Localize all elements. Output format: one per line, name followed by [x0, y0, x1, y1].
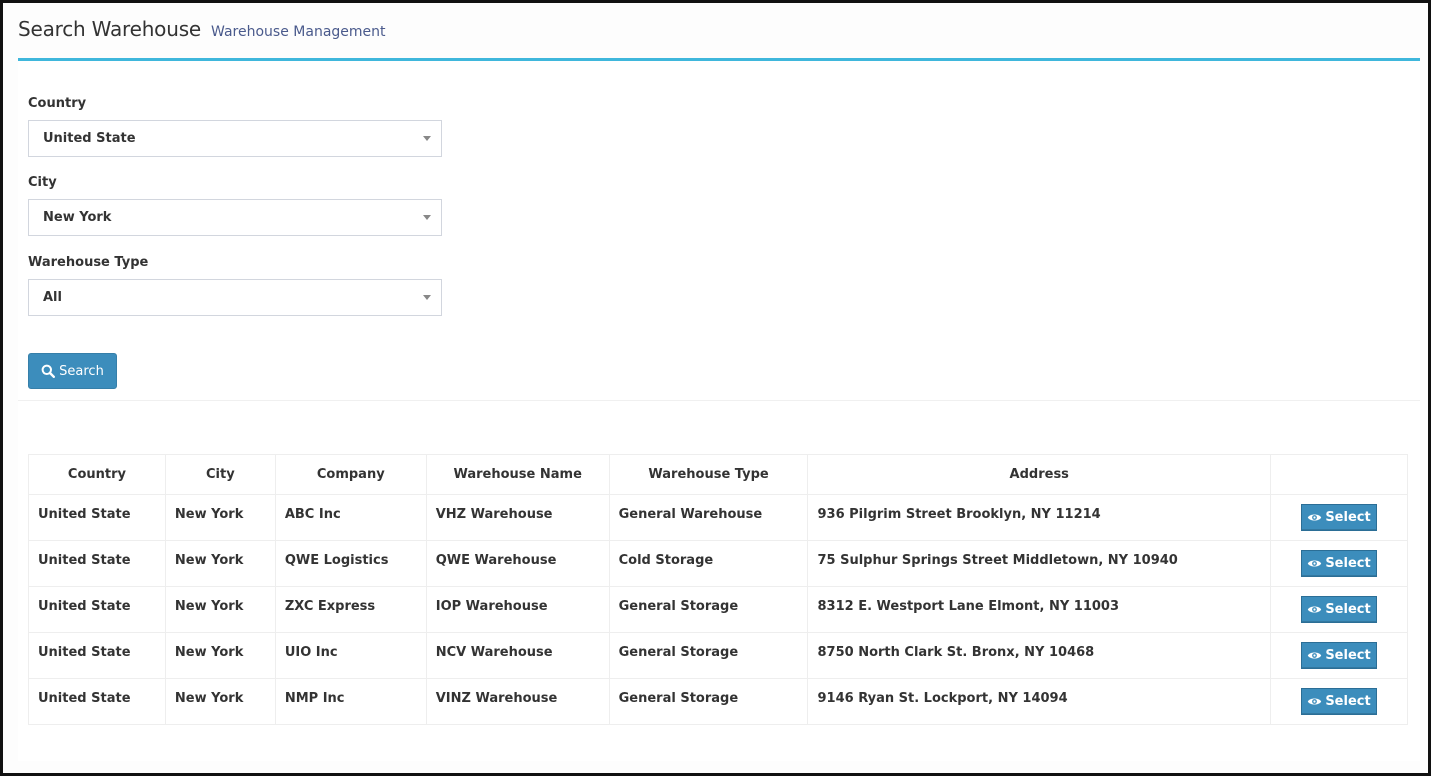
- cell-country: United State: [28, 540, 166, 587]
- select-button[interactable]: Select: [1301, 596, 1377, 623]
- eye-icon: [1308, 698, 1322, 705]
- column-header-warehouse-type: Warehouse Type: [608, 454, 809, 495]
- warehouse-type-select[interactable]: All: [28, 279, 442, 316]
- country-select[interactable]: United State: [28, 120, 442, 157]
- search-form: Country United State City New York Wareh…: [18, 61, 1420, 401]
- column-header-country: Country: [28, 454, 166, 495]
- caret-down-icon: [423, 215, 431, 220]
- cell-action: Select: [1270, 678, 1408, 725]
- select-button[interactable]: Select: [1301, 504, 1377, 531]
- column-header-company: Company: [274, 454, 427, 495]
- search-button-label: Search: [59, 363, 104, 379]
- app-frame: Search Warehouse Warehouse Management Co…: [0, 0, 1431, 776]
- cell-address: 8750 North Clark St. Bronx, NY 10468: [807, 632, 1272, 679]
- cell-address: 8312 E. Westport Lane Elmont, NY 11003: [807, 586, 1272, 633]
- cell-warehouse-name: QWE Warehouse: [425, 540, 610, 587]
- column-header-action: [1270, 454, 1408, 495]
- cell-city: New York: [164, 632, 276, 679]
- cell-company: QWE Logistics: [274, 540, 427, 587]
- city-label: City: [28, 175, 57, 190]
- cell-warehouse-type: Cold Storage: [608, 540, 809, 587]
- cell-city: New York: [164, 494, 276, 541]
- cell-country: United State: [28, 678, 166, 725]
- select-button-label: Select: [1325, 648, 1371, 663]
- search-icon: [41, 364, 56, 378]
- table-header-row: Country City Company Warehouse Name Ware…: [28, 454, 1408, 495]
- cell-address: 75 Sulphur Springs Street Middletown, NY…: [807, 540, 1272, 587]
- select-button-label: Select: [1325, 556, 1371, 571]
- caret-down-icon: [423, 295, 431, 300]
- results-panel: Country City Company Warehouse Name Ware…: [18, 401, 1420, 761]
- table-row: United State New York QWE Logistics QWE …: [28, 540, 1408, 587]
- column-header-address: Address: [807, 454, 1272, 495]
- select-button-label: Select: [1325, 694, 1371, 709]
- column-header-warehouse-name: Warehouse Name: [425, 454, 610, 495]
- table-row: United State New York UIO Inc NCV Wareho…: [28, 632, 1408, 679]
- cell-action: Select: [1270, 586, 1408, 633]
- caret-down-icon: [423, 136, 431, 141]
- select-button[interactable]: Select: [1301, 688, 1377, 715]
- cell-warehouse-name: VHZ Warehouse: [425, 494, 610, 541]
- warehouse-type-label: Warehouse Type: [28, 255, 149, 270]
- cell-warehouse-type: General Storage: [608, 632, 809, 679]
- eye-icon: [1308, 606, 1322, 613]
- table-row: United State New York NMP Inc VINZ Wareh…: [28, 678, 1408, 725]
- results-table: Country City Company Warehouse Name Ware…: [28, 454, 1408, 725]
- cell-warehouse-type: General Storage: [608, 586, 809, 633]
- city-select-value: New York: [43, 210, 112, 225]
- page-header: Search Warehouse Warehouse Management: [18, 17, 386, 41]
- cell-action: Select: [1270, 494, 1408, 541]
- cell-country: United State: [28, 632, 166, 679]
- table-row: United State New York ZXC Express IOP Wa…: [28, 586, 1408, 633]
- cell-company: ABC Inc: [274, 494, 427, 541]
- select-button-label: Select: [1325, 602, 1371, 617]
- cell-action: Select: [1270, 540, 1408, 587]
- cell-city: New York: [164, 540, 276, 587]
- cell-warehouse-type: General Storage: [608, 678, 809, 725]
- page-title: Search Warehouse: [18, 17, 202, 41]
- cell-company: UIO Inc: [274, 632, 427, 679]
- cell-warehouse-type: General Warehouse: [608, 494, 809, 541]
- cell-address: 936 Pilgrim Street Brooklyn, NY 11214: [807, 494, 1272, 541]
- city-select[interactable]: New York: [28, 199, 442, 236]
- table-row: United State New York ABC Inc VHZ Wareho…: [28, 494, 1408, 541]
- select-button-label: Select: [1325, 510, 1371, 525]
- cell-city: New York: [164, 586, 276, 633]
- column-header-city: City: [164, 454, 276, 495]
- eye-icon: [1308, 560, 1322, 567]
- eye-icon: [1308, 514, 1322, 521]
- cell-warehouse-name: IOP Warehouse: [425, 586, 610, 633]
- select-button[interactable]: Select: [1301, 642, 1377, 669]
- cell-country: United State: [28, 586, 166, 633]
- cell-country: United State: [28, 494, 166, 541]
- cell-company: ZXC Express: [274, 586, 427, 633]
- cell-warehouse-name: VINZ Warehouse: [425, 678, 610, 725]
- cell-address: 9146 Ryan St. Lockport, NY 14094: [807, 678, 1272, 725]
- country-select-value: United State: [43, 131, 136, 146]
- page-subtitle: Warehouse Management: [211, 24, 386, 40]
- warehouse-type-select-value: All: [43, 290, 62, 305]
- cell-city: New York: [164, 678, 276, 725]
- search-button[interactable]: Search: [28, 353, 117, 389]
- cell-warehouse-name: NCV Warehouse: [425, 632, 610, 679]
- country-label: Country: [28, 96, 87, 111]
- cell-company: NMP Inc: [274, 678, 427, 725]
- cell-action: Select: [1270, 632, 1408, 679]
- select-button[interactable]: Select: [1301, 550, 1377, 577]
- eye-icon: [1308, 652, 1322, 659]
